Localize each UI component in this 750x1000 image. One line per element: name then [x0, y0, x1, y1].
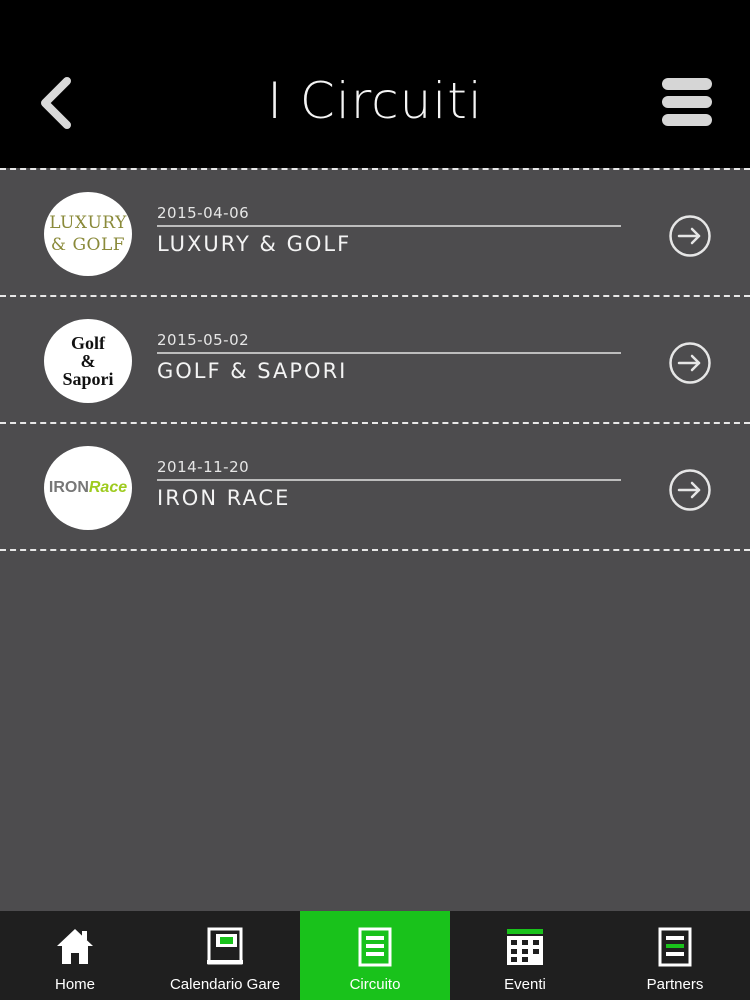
divider — [157, 225, 621, 227]
circuit-date: 2014-11-20 — [157, 458, 250, 476]
tab-eventi[interactable]: Eventi — [450, 911, 600, 1000]
app-header: I Circuiti — [0, 0, 750, 168]
golf-sapori-logo: Golf & Sapori — [44, 319, 132, 403]
menu-button[interactable] — [662, 78, 712, 128]
circuit-list: LUXURY & GOLF 2015-04-06 LUXURY & GOLF G… — [0, 168, 750, 551]
luxury-golf-logo: LUXURY & GOLF — [44, 192, 132, 276]
arrow-right-circle-icon[interactable] — [668, 468, 712, 512]
iron-race-logo: IRONRace — [44, 446, 132, 530]
tab-circuito[interactable]: Circuito — [300, 911, 450, 1000]
tab-calendario-gare[interactable]: Calendario Gare — [150, 911, 300, 1000]
circuit-date: 2015-04-06 — [157, 204, 250, 222]
circuit-name: LUXURY & GOLF — [157, 232, 352, 256]
list-item[interactable]: LUXURY & GOLF 2015-04-06 LUXURY & GOLF — [0, 170, 750, 297]
home-icon — [57, 929, 93, 964]
divider — [157, 479, 621, 481]
hamburger-menu-icon — [662, 78, 712, 90]
bottom-tab-bar: Home Calendario Gare Circuito Eventi Par… — [0, 911, 750, 1000]
calendar-grid-icon — [507, 929, 543, 965]
page-title: I Circuiti — [267, 72, 483, 130]
divider — [157, 352, 621, 354]
arrow-right-circle-icon[interactable] — [668, 214, 712, 258]
document-icon — [658, 927, 692, 967]
circuit-name: GOLF & SAPORI — [157, 359, 348, 383]
arrow-right-circle-icon[interactable] — [668, 341, 712, 385]
circuit-name: IRON RACE — [157, 486, 291, 510]
list-item[interactable]: IRONRace 2014-11-20 IRON RACE — [0, 424, 750, 551]
tab-partners[interactable]: Partners — [600, 911, 750, 1000]
calendar-book-icon — [207, 927, 243, 965]
tab-home[interactable]: Home — [0, 911, 150, 1000]
list-item[interactable]: Golf & Sapori 2015-05-02 GOLF & SAPORI — [0, 297, 750, 424]
circuit-date: 2015-05-02 — [157, 331, 250, 349]
document-icon — [358, 927, 392, 967]
